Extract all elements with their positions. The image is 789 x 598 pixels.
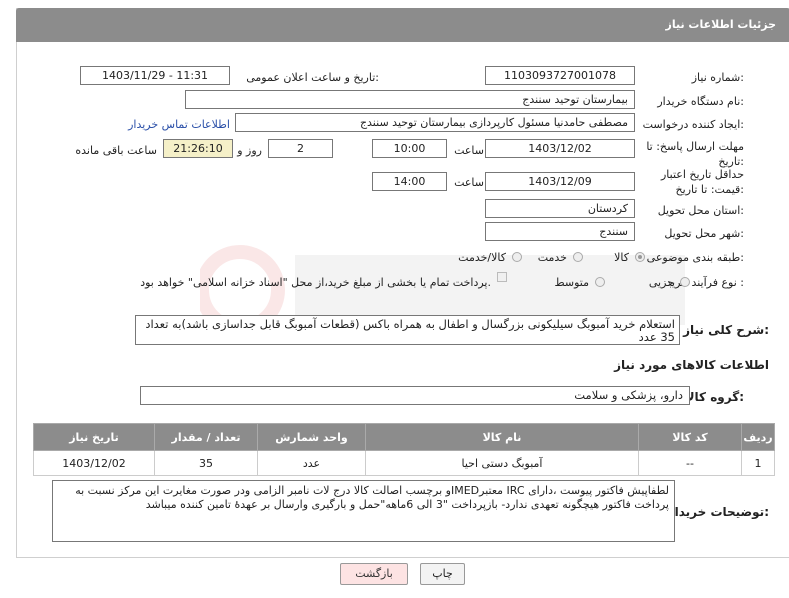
reply-deadline-label: مهلت ارسال پاسخ: تا تاریخ: [646,140,744,168]
purchase-option-minor: جزیی [648,276,674,289]
city-label: شهر محل تحویل: [664,227,744,240]
days-left-field: 2 [268,139,333,158]
creator-field: مصطفی حامدنیا مسئول کارپردازی بیمارستان … [235,113,635,132]
cell-name: آمبوبگ دستی احیا [365,450,639,476]
buyer-contact-link[interactable]: اطلاعات تماس خریدار [128,118,230,131]
province-field: کردستان [485,199,635,218]
goods-table: ردیف کد کالا نام کالا واحد شمارش تعداد /… [33,423,775,476]
need-number-field: 1103093727001078 [485,66,635,85]
category-radio-goods[interactable] [635,252,645,262]
goods-group-field: دارو، پزشکی و سلامت [140,386,690,405]
buyer-notes-text: لطفاپیش فاکتور پیوست ،دارای IRC معتبرIME… [75,484,669,511]
buyer-notes-field: لطفاپیش فاکتور پیوست ،دارای IRC معتبرIME… [52,480,675,542]
col-code: کد کالا [638,423,742,451]
day-and-label: روز و [237,144,262,157]
category-option-both: کالا/خدمت [458,251,506,264]
validity-time-field: 14:00 [372,172,447,191]
panel-title: جزئیات اطلاعات نیاز [665,18,777,31]
buyer-notes-label: توضیحات خریدار: [667,505,769,519]
category-radio-both[interactable] [512,252,522,262]
col-row: ردیف [741,423,775,451]
category-label: طبقه بندی موضوعی: [646,251,744,264]
category-radio-service[interactable] [573,252,583,262]
need-number-label: شماره نیاز: [691,71,744,84]
hours-left-label: ساعت باقی مانده [75,144,157,157]
province-label: استان محل تحویل: [657,204,744,217]
general-desc-text: استعلام خرید آمبوبگ سیلیکونی بزرگسال و ا… [145,317,675,344]
category-option-goods: کالا [614,251,629,264]
announce-datetime-field: 1403/11/29 - 11:31 [80,66,230,85]
col-name: نام کالا [365,423,639,451]
goods-table-header: ردیف کد کالا نام کالا واحد شمارش تعداد /… [33,423,775,451]
purchase-radio-medium[interactable] [595,277,605,287]
back-button[interactable]: بازگشت [340,563,408,585]
col-unit: واحد شمارش [257,423,366,451]
cell-row: 1 [741,450,775,476]
price-validity-label: حداقل تاریخ اعتبار قیمت: تا تاریخ: [660,168,744,196]
buyer-org-field: بیمارستان توحید سنندج [185,90,635,109]
announce-datetime-label: تاریخ و ساعت اعلان عمومی: [246,71,379,84]
category-option-service: خدمت [537,251,567,264]
reply-hour-label: ساعت [454,144,484,157]
table-row: 1 -- آمبوبگ دستی احیا عدد 35 1403/12/02 [33,450,775,476]
validity-date-field: 1403/12/09 [485,172,635,191]
col-qty: تعداد / مقدار [154,423,258,451]
time-left-field: 21:26:10 [163,139,233,158]
treasury-checkbox[interactable] [497,272,507,282]
treasury-note: پرداخت تمام یا بخشی از مبلغ خرید،از محل … [140,276,491,289]
general-desc-label: شرح کلی نیاز: [683,323,769,337]
purchase-type-label: نوع فرآیند خرید : [666,276,744,289]
print-button[interactable]: چاپ [420,563,465,585]
cell-unit: عدد [257,450,366,476]
purchase-radio-minor[interactable] [680,277,690,287]
cell-qty: 35 [154,450,258,476]
goods-group-label: گروه کالا: [685,390,744,404]
validity-hour-label: ساعت [454,176,484,189]
creator-label: ایجاد کننده درخواست: [642,118,744,131]
goods-info-heading: اطلاعات کالاهای مورد نیاز [614,358,769,372]
reply-date-field: 1403/12/02 [485,139,635,158]
cell-date: 1403/12/02 [33,450,155,476]
purchase-option-medium: متوسط [554,276,589,289]
col-date: تاریخ نیاز [33,423,155,451]
panel-header: جزئیات اطلاعات نیاز [16,8,789,42]
reply-time-field: 10:00 [372,139,447,158]
cell-code: -- [638,450,742,476]
buyer-org-label: نام دستگاه خریدار: [657,95,744,108]
city-field: سنندج [485,222,635,241]
general-desc-field: استعلام خرید آمبوبگ سیلیکونی بزرگسال و ا… [135,315,680,345]
